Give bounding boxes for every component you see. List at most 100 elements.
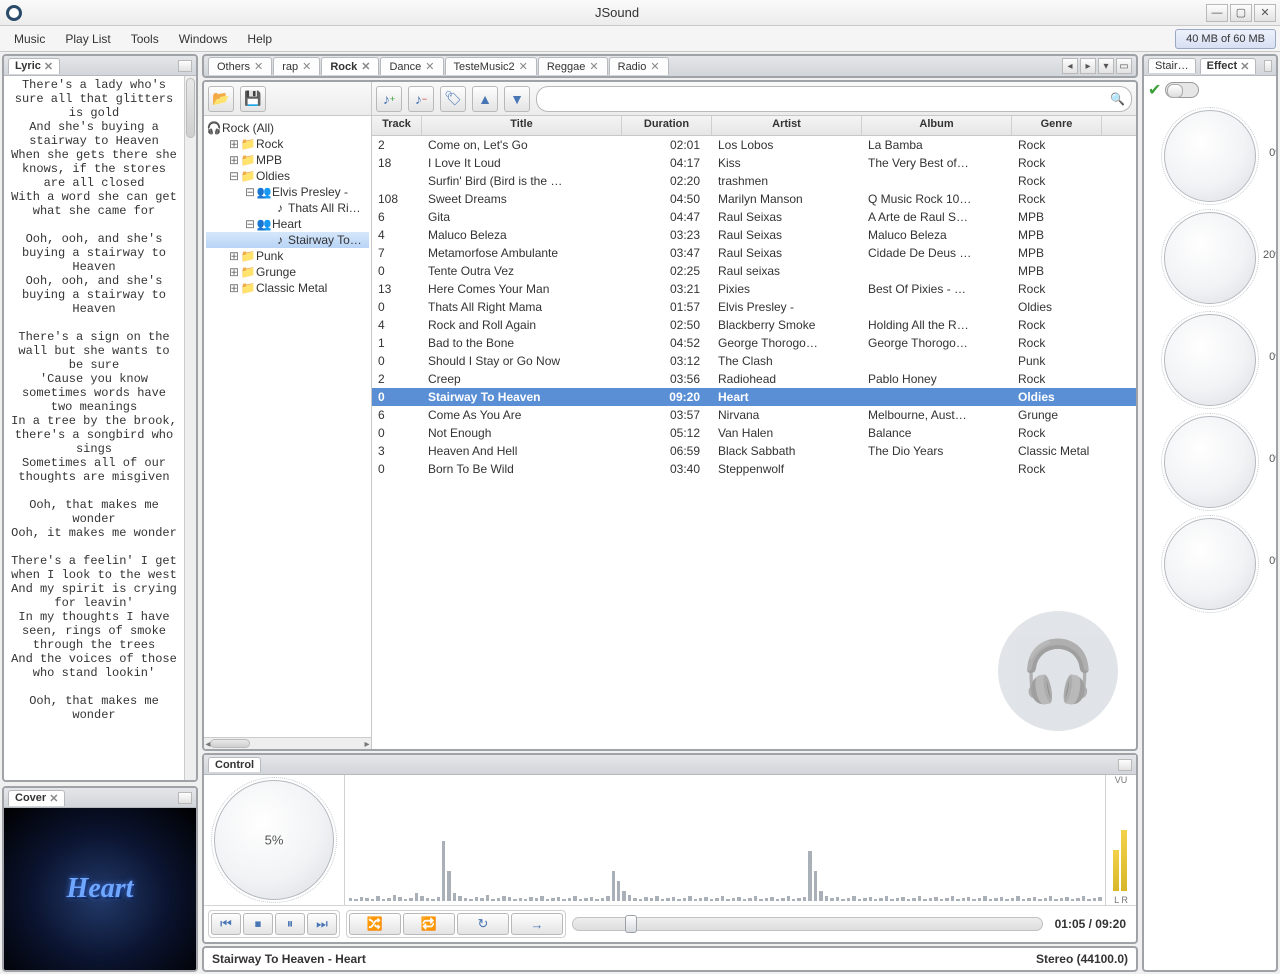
next-button[interactable]: ⏭ xyxy=(307,913,337,935)
tree-item[interactable]: ⊞📁Grunge xyxy=(206,264,369,280)
control-tab[interactable]: Control xyxy=(208,757,261,772)
search-box[interactable] xyxy=(536,86,1132,112)
effect-tab-stair[interactable]: Stair… xyxy=(1148,58,1196,73)
table-row[interactable]: 0Thats All Right Mama01:57Elvis Presley … xyxy=(372,298,1136,316)
close-icon[interactable]: ✕ xyxy=(519,60,528,73)
tree-toggle[interactable]: ⊞ xyxy=(228,265,240,279)
remove-track-button[interactable]: − xyxy=(408,86,434,112)
tabs-scroll-left[interactable]: ◂ xyxy=(1062,58,1078,74)
table-row[interactable]: 4Maluco Beleza03:23Raul SeixasMaluco Bel… xyxy=(372,226,1136,244)
column-artist[interactable]: Artist xyxy=(712,116,862,135)
tree-toggle[interactable]: ⊟ xyxy=(244,185,256,199)
column-track[interactable]: Track xyxy=(372,116,422,135)
tree-toggle[interactable]: ⊞ xyxy=(228,249,240,263)
tree-item[interactable]: ♪Stairway To… xyxy=(206,232,369,248)
shuffle-button[interactable]: 🔀 xyxy=(349,913,401,935)
tree-item[interactable]: ♪Thats All Ri… xyxy=(206,200,369,216)
effect-knob-3[interactable]: 0% xyxy=(1164,314,1256,406)
column-duration[interactable]: Duration xyxy=(622,116,712,135)
playlist-tab-rap[interactable]: rap✕ xyxy=(273,57,320,75)
table-row[interactable]: Surfin' Bird (Bird is the …02:20trashmen… xyxy=(372,172,1136,190)
table-row[interactable]: 1Bad to the Bone04:52George Thorogo…Geor… xyxy=(372,334,1136,352)
panel-minimize-button[interactable] xyxy=(1264,60,1272,72)
close-icon[interactable]: ✕ xyxy=(254,60,263,73)
table-row[interactable]: 18I Love It Loud04:17KissThe Very Best o… xyxy=(372,154,1136,172)
tree-toggle[interactable]: ⊞ xyxy=(228,281,240,295)
close-button[interactable]: ✕ xyxy=(1254,4,1276,22)
table-row[interactable]: 7Metamorfose Ambulante03:47Raul SeixasCi… xyxy=(372,244,1136,262)
tree-root[interactable]: 🎧Rock (All) xyxy=(206,120,369,136)
maximize-button[interactable]: ▢ xyxy=(1230,4,1252,22)
table-row[interactable]: 13Here Comes Your Man03:21PixiesBest Of … xyxy=(372,280,1136,298)
tree-item[interactable]: ⊟👥Heart xyxy=(206,216,369,232)
panel-minimize-button[interactable] xyxy=(1118,759,1132,771)
repeat-one-button[interactable]: ↻ xyxy=(457,913,509,935)
minimize-button[interactable]: — xyxy=(1206,4,1228,22)
menu-tools[interactable]: Tools xyxy=(121,29,169,49)
effect-knob-1[interactable]: 0% xyxy=(1164,110,1256,202)
playlist-tab-reggae[interactable]: Reggae✕ xyxy=(538,57,608,75)
column-title[interactable]: Title xyxy=(422,116,622,135)
panel-minimize-button[interactable] xyxy=(178,792,192,804)
close-icon[interactable]: ✕ xyxy=(425,60,434,73)
move-down-button[interactable] xyxy=(504,86,530,112)
effect-knob-4[interactable]: 0% xyxy=(1164,416,1256,508)
library-tree[interactable]: 🎧Rock (All)⊞📁Rock⊞📁MPB⊟📁Oldies⊟👥Elvis Pr… xyxy=(204,116,371,737)
tree-hscrollbar[interactable]: ◂▸ xyxy=(204,737,371,749)
tree-item[interactable]: ⊞📁Classic Metal xyxy=(206,280,369,296)
search-input[interactable] xyxy=(543,92,1110,106)
close-icon[interactable]: ✕ xyxy=(589,60,598,73)
repeat-button[interactable]: 🔁 xyxy=(403,913,455,935)
effect-knob-5[interactable]: 0% xyxy=(1164,518,1256,610)
table-row[interactable]: 6Gita04:47Raul SeixasA Arte de Raul S…MP… xyxy=(372,208,1136,226)
save-button[interactable] xyxy=(240,86,266,112)
column-genre[interactable]: Genre xyxy=(1012,116,1102,135)
tree-toggle[interactable]: ⊞ xyxy=(228,137,240,151)
volume-knob[interactable]: 5% xyxy=(214,780,334,900)
continue-button[interactable]: → xyxy=(511,913,563,935)
tree-item[interactable]: ⊞📁Punk xyxy=(206,248,369,264)
table-header[interactable]: TrackTitleDurationArtistAlbumGenre xyxy=(372,116,1136,136)
column-album[interactable]: Album xyxy=(862,116,1012,135)
close-icon[interactable]: ✕ xyxy=(49,792,58,805)
table-row[interactable]: 108Sweet Dreams04:50Marilyn MansonQ Musi… xyxy=(372,190,1136,208)
playlist-tab-radio[interactable]: Radio✕ xyxy=(609,57,669,75)
tree-item[interactable]: ⊞📁MPB xyxy=(206,152,369,168)
menu-help[interactable]: Help xyxy=(237,29,282,49)
panel-minimize-button[interactable] xyxy=(178,60,192,72)
move-up-button[interactable] xyxy=(472,86,498,112)
pause-button[interactable]: ⏸ xyxy=(275,913,305,935)
table-row[interactable]: 0Born To Be Wild03:40SteppenwolfRock xyxy=(372,460,1136,478)
effect-tab-effect[interactable]: Effect ✕ xyxy=(1200,58,1257,74)
close-icon[interactable]: ✕ xyxy=(302,60,311,73)
tree-item[interactable]: ⊟📁Oldies xyxy=(206,168,369,184)
close-icon[interactable]: ✕ xyxy=(361,60,370,73)
playlist-tab-dance[interactable]: Dance✕ xyxy=(380,57,443,75)
stop-button[interactable]: ⏹ xyxy=(243,913,273,935)
tree-toggle[interactable]: ⊟ xyxy=(228,169,240,183)
table-row[interactable]: 3Heaven And Hell06:59Black SabbathThe Di… xyxy=(372,442,1136,460)
playlist-tab-others[interactable]: Others✕ xyxy=(208,57,272,75)
table-row[interactable]: 0Should I Stay or Go Now03:12The ClashPu… xyxy=(372,352,1136,370)
seek-slider[interactable] xyxy=(572,917,1043,931)
add-track-button[interactable]: + xyxy=(376,86,402,112)
tabs-scroll-right[interactable]: ▸ xyxy=(1080,58,1096,74)
menu-windows[interactable]: Windows xyxy=(169,29,238,49)
search-icon[interactable] xyxy=(1110,92,1125,106)
effects-toggle[interactable] xyxy=(1165,82,1199,98)
lyric-tab[interactable]: Lyric ✕ xyxy=(8,58,60,74)
table-row[interactable]: 6Come As You Are03:57NirvanaMelbourne, A… xyxy=(372,406,1136,424)
menu-music[interactable]: Music xyxy=(4,29,55,49)
table-row[interactable]: 2Creep03:56RadioheadPablo HoneyRock xyxy=(372,370,1136,388)
tree-item[interactable]: ⊞📁Rock xyxy=(206,136,369,152)
table-row[interactable]: 4Rock and Roll Again02:50Blackberry Smok… xyxy=(372,316,1136,334)
tabs-window[interactable]: ▭ xyxy=(1116,58,1132,74)
close-icon[interactable]: ✕ xyxy=(650,60,659,73)
table-row[interactable]: 0Not Enough05:12Van HalenBalanceRock xyxy=(372,424,1136,442)
playlist-tab-testemusic2[interactable]: TesteMusic2✕ xyxy=(445,57,537,75)
table-row[interactable]: 0Stairway To Heaven09:20HeartOldies xyxy=(372,388,1136,406)
lyric-scrollbar[interactable] xyxy=(184,76,196,780)
tree-item[interactable]: ⊟👥Elvis Presley - xyxy=(206,184,369,200)
close-icon[interactable]: ✕ xyxy=(1240,60,1249,73)
playlist-tab-rock[interactable]: Rock✕ xyxy=(321,57,379,75)
